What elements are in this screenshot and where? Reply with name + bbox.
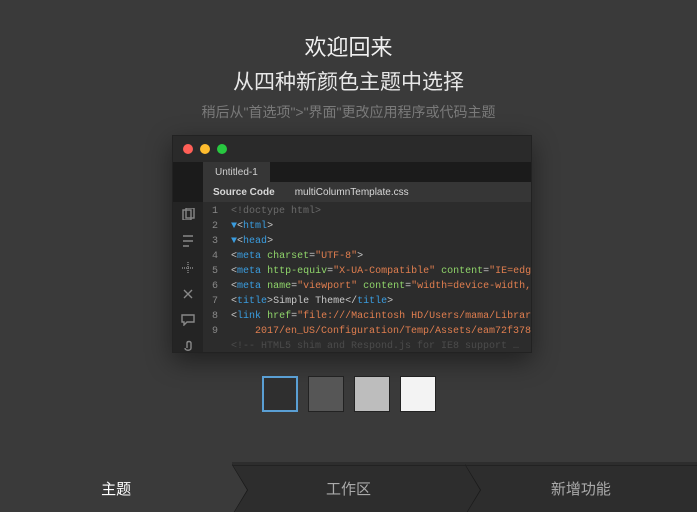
maximize-icon — [217, 144, 227, 154]
attach-icon — [181, 340, 195, 352]
welcome-title: 欢迎回来 — [0, 30, 697, 62]
theme-swatch-2[interactable] — [354, 376, 390, 412]
bottom-tab-1[interactable]: 工作区 — [232, 462, 464, 512]
bottom-tab-label: 新增功能 — [551, 478, 611, 499]
line-gutter: 123456789 — [203, 202, 221, 352]
comment-icon — [181, 313, 195, 325]
theme-swatch-1[interactable] — [308, 376, 344, 412]
related-file-tab: multiColumnTemplate.css — [285, 187, 419, 198]
theme-swatch-3[interactable] — [400, 376, 436, 412]
bottom-tab-bar: 主题 工作区 新增功能 — [0, 462, 697, 512]
welcome-header: 欢迎回来 从四种新颜色主题中选择 稍后从"首选项">"界面"更改应用程序或代码主… — [0, 0, 697, 122]
files-icon — [181, 208, 195, 220]
document-tab-bar: Untitled-1 — [173, 162, 531, 182]
minimize-icon — [200, 144, 210, 154]
insert-icon — [181, 234, 195, 246]
bottom-tab-0[interactable]: 主题 — [0, 462, 232, 512]
side-toolbar — [173, 202, 203, 352]
close-icon — [183, 144, 193, 154]
window-titlebar — [173, 136, 531, 162]
bottom-tab-label: 工作区 — [326, 478, 371, 499]
theme-swatches — [0, 376, 697, 412]
code-content: <!doctype html> ▼<html> ▼<head> <meta ch… — [221, 202, 531, 352]
code-area: 123456789 <!doctype html> ▼<html> ▼<head… — [173, 202, 531, 352]
bottom-tab-2[interactable]: 新增功能 — [465, 462, 697, 512]
expand-icon — [181, 261, 195, 273]
welcome-hint: 稍后从"首选项">"界面"更改应用程序或代码主题 — [0, 102, 697, 122]
bottom-tab-label: 主题 — [101, 478, 131, 499]
document-tab: Untitled-1 — [203, 162, 270, 182]
source-code-tab: Source Code — [203, 187, 285, 198]
snippets-icon — [181, 287, 195, 299]
welcome-subtitle: 从四种新颜色主题中选择 — [0, 66, 697, 96]
editor-preview: Untitled-1 Source Code multiColumnTempla… — [172, 135, 532, 353]
sub-tab-bar: Source Code multiColumnTemplate.css — [203, 182, 531, 202]
theme-swatch-0[interactable] — [262, 376, 298, 412]
